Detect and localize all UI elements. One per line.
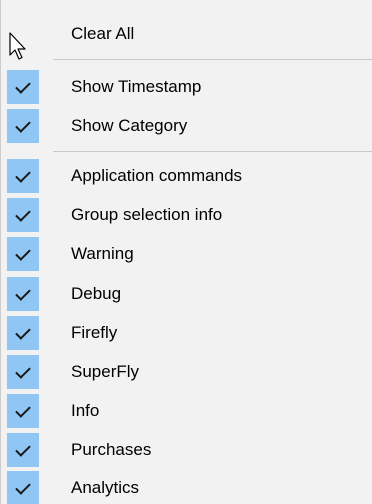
check-gutter (7, 355, 39, 389)
check-icon (15, 324, 31, 340)
menu-item-application-commands[interactable]: Application commands (1, 159, 372, 193)
menu-item-info[interactable]: Info (1, 394, 372, 428)
menu-item-label: Info (71, 401, 100, 420)
menu-item-label: Purchases (71, 440, 152, 459)
menu-separator (53, 151, 372, 152)
menu-item-warning[interactable]: Warning (1, 237, 372, 271)
check-gutter (7, 237, 39, 271)
check-gutter (7, 471, 39, 504)
check-gutter (7, 159, 39, 193)
menu-item-firefly[interactable]: Firefly (1, 316, 372, 350)
menu-item-label: Application commands (71, 166, 243, 185)
check-gutter (7, 433, 39, 467)
check-icon (15, 206, 31, 222)
check-icon (15, 285, 31, 301)
menu-item-label: Debug (71, 284, 122, 303)
check-icon (15, 245, 31, 261)
menu-item-label: Warning (71, 244, 134, 263)
check-icon (15, 167, 31, 183)
mouse-pointer-icon (9, 32, 26, 60)
menu-item-debug[interactable]: Debug (1, 277, 372, 311)
check-icon (15, 479, 31, 495)
menu-item-label: Show Category (71, 116, 188, 135)
menu-item-clear-all[interactable]: Clear All (1, 17, 372, 51)
menu-item-label: Firefly (71, 323, 118, 342)
check-gutter (7, 316, 39, 350)
context-menu: Clear All Show Timestamp Show Category A… (0, 0, 372, 504)
check-gutter (7, 198, 39, 232)
menu-item-purchases[interactable]: Purchases (1, 433, 372, 467)
check-icon (15, 441, 31, 457)
check-gutter (7, 394, 39, 428)
check-icon (15, 78, 31, 94)
menu-item-show-timestamp[interactable]: Show Timestamp (1, 70, 372, 104)
check-gutter (7, 109, 39, 143)
check-icon (15, 402, 31, 418)
menu-separator (53, 59, 372, 60)
menu-item-analytics[interactable]: Analytics (1, 471, 372, 504)
menu-item-show-category[interactable]: Show Category (1, 109, 372, 143)
menu-item-label: Analytics (71, 478, 140, 497)
check-gutter (7, 70, 39, 104)
check-icon (15, 363, 31, 379)
menu-item-label: SuperFly (71, 362, 140, 381)
check-gutter (7, 277, 39, 311)
menu-item-label: Group selection info (71, 205, 223, 224)
menu-item-superfly[interactable]: SuperFly (1, 355, 372, 389)
check-icon (15, 117, 31, 133)
menu-item-label: Show Timestamp (71, 77, 202, 96)
menu-item-group-selection-info[interactable]: Group selection info (1, 198, 372, 232)
menu-item-label: Clear All (71, 24, 135, 43)
